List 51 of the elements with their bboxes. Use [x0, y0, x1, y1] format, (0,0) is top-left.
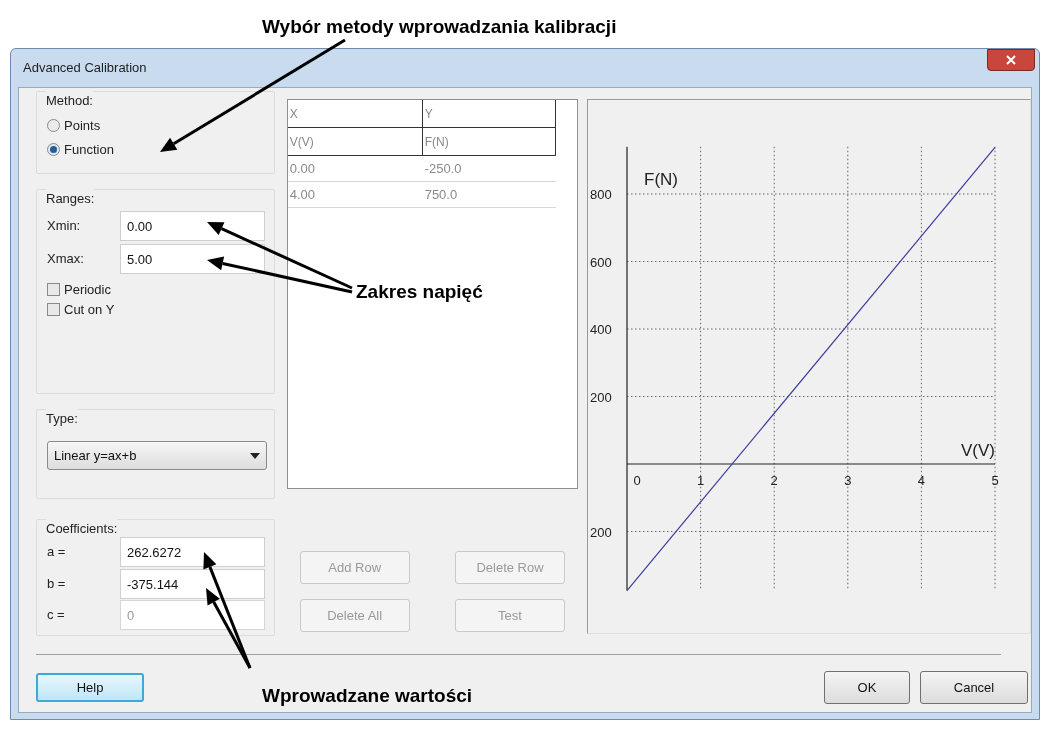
checkbox-label: Periodic [64, 281, 111, 299]
input-field[interactable]: 262.6272 [120, 537, 265, 567]
column-header: Y [423, 105, 434, 123]
type-dropdown[interactable]: Linear y=ax+b [47, 441, 267, 470]
group-label: Type: [46, 409, 78, 429]
close-button[interactable] [987, 49, 1035, 71]
tick-label: 4 [917, 473, 925, 488]
group-label: Ranges: [46, 189, 95, 209]
field-label: a = [47, 543, 67, 562]
tick-label: 5 [991, 473, 999, 488]
radio-label: Function [64, 141, 114, 159]
field-label: Xmax: [47, 250, 85, 269]
input-field[interactable]: 5.00 [120, 244, 265, 274]
field-label: b = [47, 575, 67, 594]
table-cell-text: 4.00 [288, 185, 316, 204]
tick-label: 3 [844, 473, 852, 488]
dialog-button[interactable]: OK [824, 671, 910, 704]
tick-label: 600 [590, 254, 612, 270]
annotation-text: Wybór metody wprowadzania kalibracji [262, 17, 617, 36]
dropdown-arrow-icon [250, 452, 260, 459]
tick-label: 1 [697, 473, 705, 488]
annotation-text: Wprowadzane wartości [262, 686, 473, 705]
table-cell-text: -250.0 [423, 159, 463, 178]
window-title: Advanced Calibration [23, 59, 147, 78]
checkbox-label: Cut on Y [64, 301, 115, 319]
axis-label: F(N) [644, 169, 678, 189]
column-header: X [287, 100, 423, 127]
radio-button[interactable] [47, 143, 60, 157]
tick-label: 200 [590, 389, 612, 405]
dialog-button[interactable]: Help [36, 673, 144, 702]
annotation-text: Zakres napięć [356, 282, 483, 301]
checkbox[interactable] [47, 303, 60, 317]
radio-label: Points [64, 117, 101, 135]
radio-button[interactable] [47, 119, 60, 133]
close-icon [1005, 55, 1017, 65]
tick-label: 400 [590, 322, 612, 337]
tick-label: 2 [770, 473, 778, 488]
checkbox[interactable] [47, 283, 60, 297]
table-cell-text: 0.00 [288, 159, 316, 178]
column-header: V(V) [287, 128, 423, 155]
dialog-button[interactable]: Cancel [920, 671, 1028, 704]
tick-label: 0 [633, 473, 641, 488]
tick-label: 800 [590, 187, 612, 202]
column-header: F(N) [423, 133, 450, 151]
tick-label: 200 [590, 524, 612, 540]
axis-label: V(V) [961, 441, 995, 460]
table-cell-text: 750.0 [423, 185, 459, 204]
input-field[interactable]: -375.144 [120, 569, 265, 599]
input-field[interactable]: 0.00 [120, 211, 265, 241]
field-label: c = [47, 606, 66, 625]
field-label: Xmin: [47, 217, 82, 236]
